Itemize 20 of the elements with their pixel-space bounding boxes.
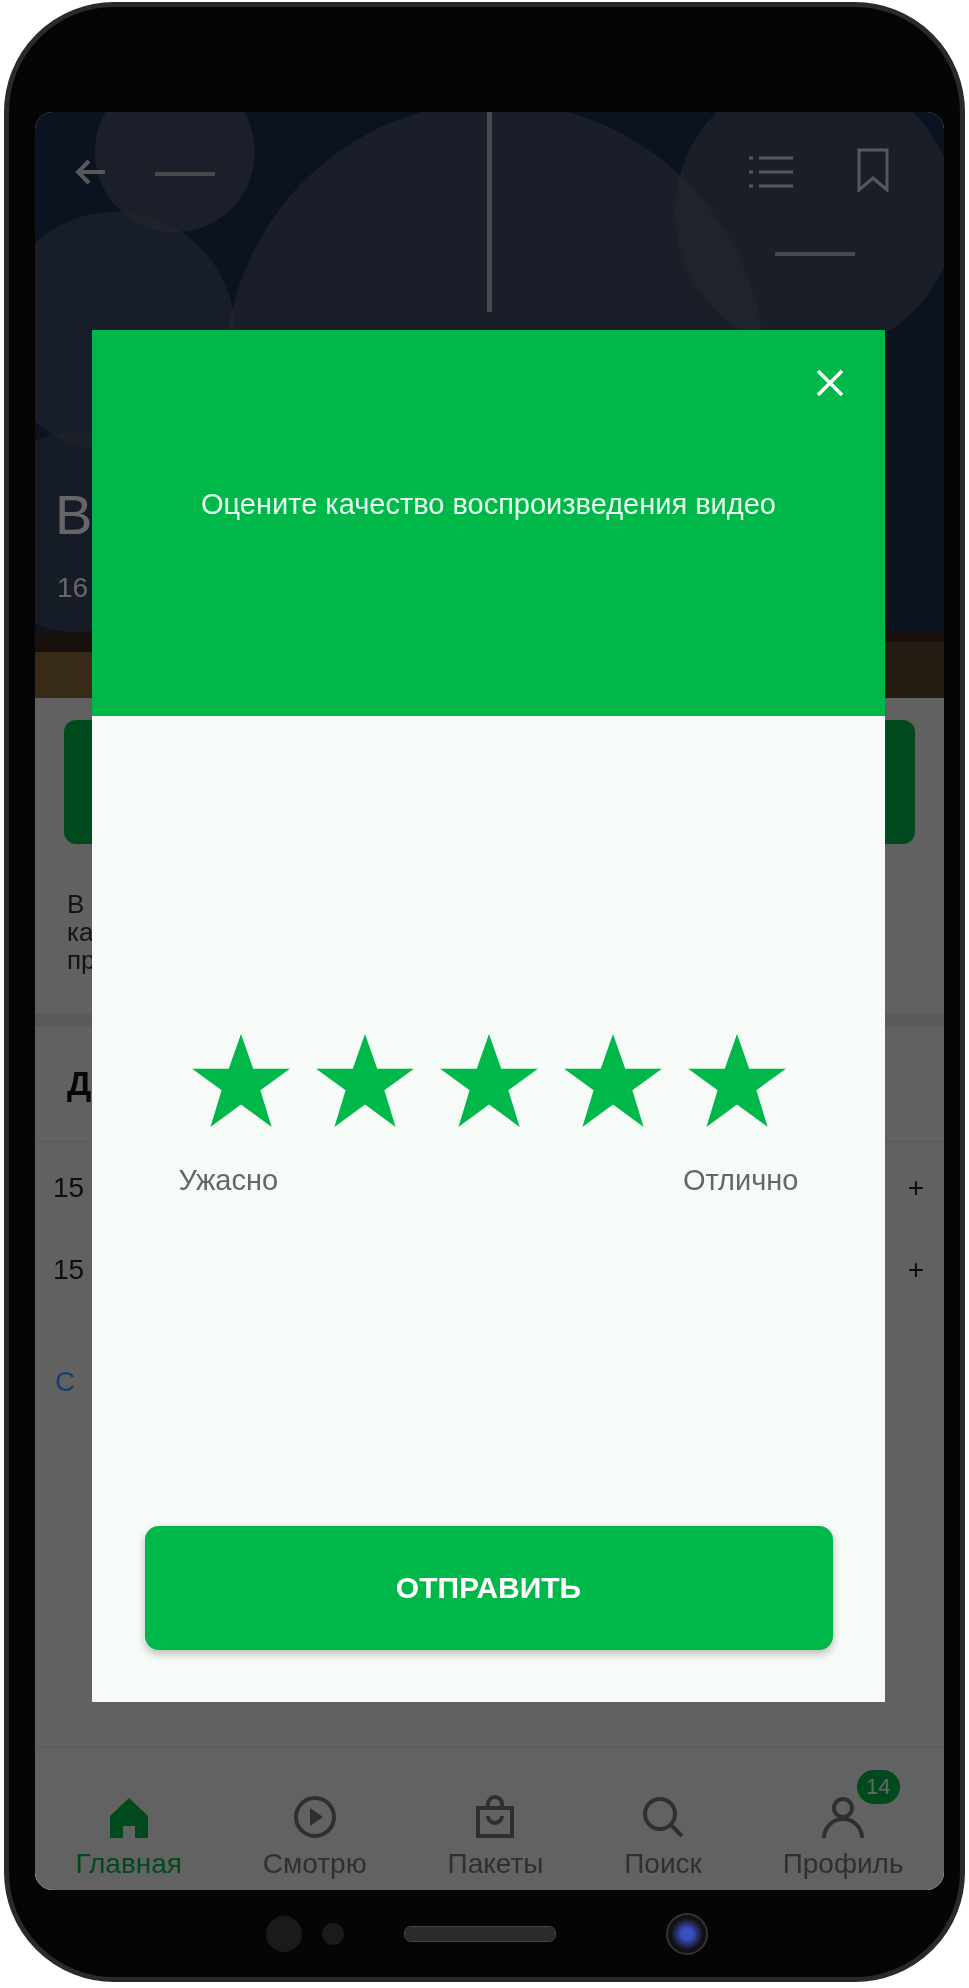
nav-tab[interactable]: Главная (75, 1770, 182, 1880)
row-value: + (907, 1172, 924, 1204)
row-label: 15 (53, 1254, 85, 1286)
section-heading: Д (67, 1064, 92, 1102)
bookmark-icon[interactable] (855, 148, 891, 192)
speaker-grille-icon (403, 1925, 556, 1942)
description-text: В (67, 890, 86, 918)
link[interactable]: С (55, 1366, 76, 1398)
notification-badge: 14 (857, 1770, 900, 1804)
row-value: + (907, 1254, 924, 1286)
scale-label: Отлично (682, 1164, 799, 1197)
submit-button[interactable]: ОТПРАВИТЬ (144, 1526, 833, 1650)
scale-label: Ужасно (178, 1164, 279, 1197)
dialog-title: Оцените качество воспроизведения видео (200, 487, 777, 522)
camera-lens-icon (665, 1912, 708, 1955)
row-label: 15 (53, 1172, 85, 1204)
video-title: В (55, 482, 93, 547)
description-text: ка (67, 918, 95, 946)
video-meta: 16 (57, 572, 89, 604)
close-icon[interactable] (815, 368, 845, 398)
